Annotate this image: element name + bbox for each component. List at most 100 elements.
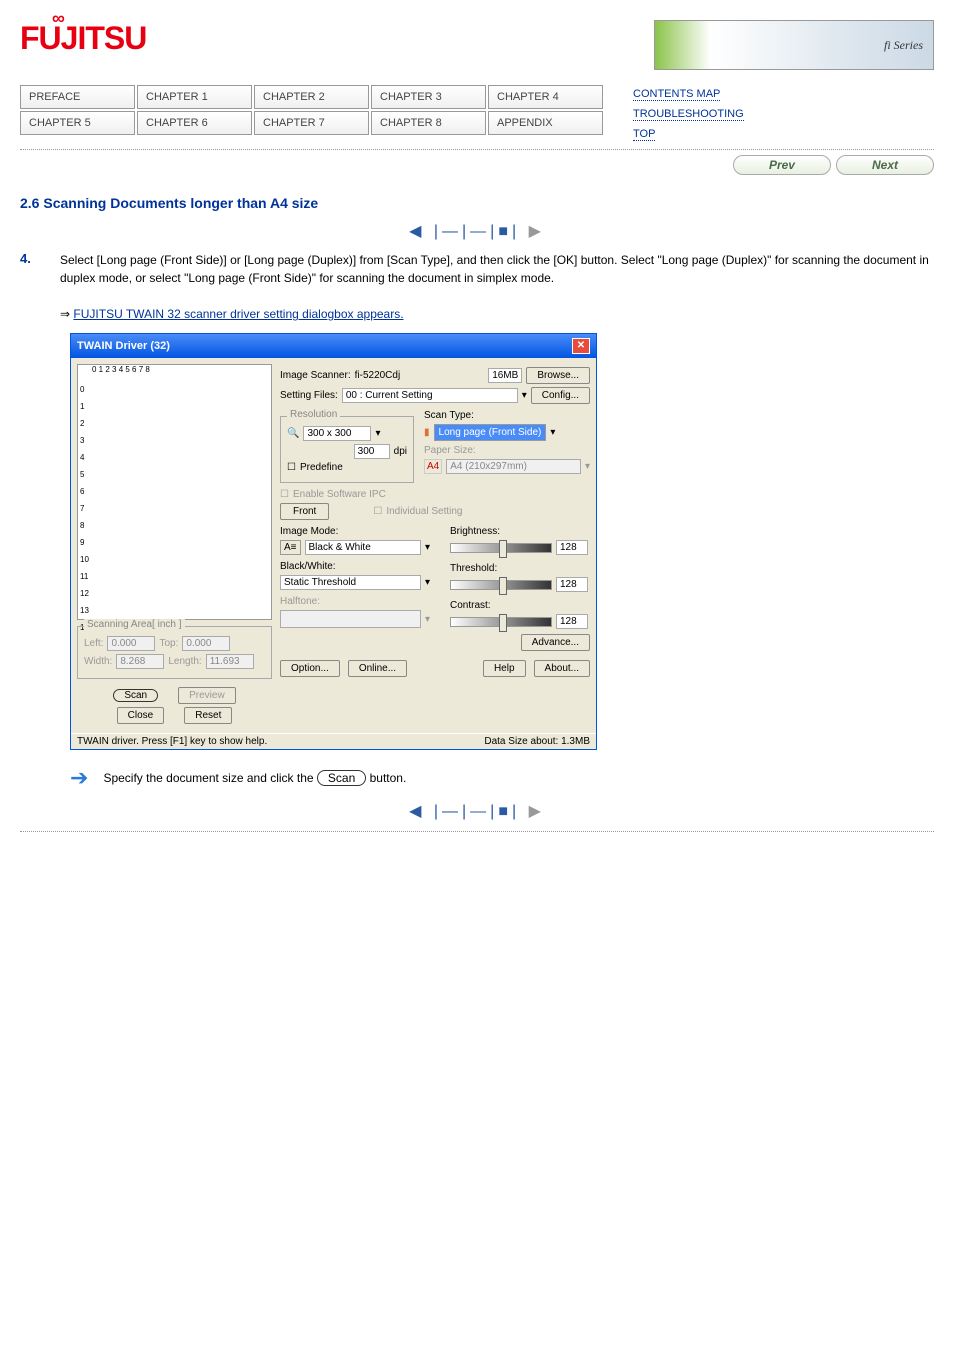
brightness-value[interactable]: 128 <box>556 540 588 555</box>
brightness-slider[interactable] <box>450 543 552 553</box>
reset-button[interactable]: Reset <box>184 707 232 724</box>
arrow-right-icon: ➔ <box>70 765 88 791</box>
divider <box>20 831 934 832</box>
close-icon[interactable]: ✕ <box>572 338 590 354</box>
dialog-titlebar: TWAIN Driver (32) ✕ <box>71 334 596 358</box>
scanning-area-group: Scanning Area[ inch ] Left: 0.000 Top: 0… <box>77 626 272 679</box>
chevron-down-icon[interactable]: ▾ <box>425 542 430 553</box>
twain-dialog: TWAIN Driver (32) ✕ 0 1 2 3 4 5 6 7 8 0 … <box>70 333 597 750</box>
tab-chapter-4[interactable]: CHAPTER 4 <box>488 85 603 109</box>
image-mode-icon: A≡ <box>280 540 301 555</box>
divider <box>20 149 934 150</box>
chevron-down-icon: ▾ <box>585 461 590 472</box>
setting-files-label: Setting Files: <box>280 390 338 401</box>
tab-chapter-5[interactable]: CHAPTER 5 <box>20 111 135 135</box>
nav-tabs: PREFACE CHAPTER 1 CHAPTER 2 CHAPTER 3 CH… <box>20 85 603 135</box>
brightness-label: Brightness: <box>450 526 590 537</box>
tab-appendix[interactable]: APPENDIX <box>488 111 603 135</box>
scan-type-label: Scan Type: <box>424 410 590 421</box>
width-input: 8.268 <box>116 654 164 669</box>
link-top[interactable]: TOP <box>633 128 655 141</box>
logo-infinity-icon: ∞ <box>52 8 64 29</box>
scanning-area-label: Scanning Area[ inch ] <box>84 619 185 630</box>
scan-type-icon: ▮ <box>424 427 430 438</box>
image-mode-label: Image Mode: <box>280 526 430 537</box>
step-text: Select [Long page (Front Side)] or [Long… <box>60 251 934 323</box>
left-input: 0.000 <box>107 636 155 651</box>
fi-series-banner: fi Series <box>654 20 934 70</box>
scan-button[interactable]: Scan <box>113 689 158 702</box>
dialog-title-text: TWAIN Driver (32) <box>77 340 170 352</box>
pager-next-icon[interactable]: ▶ <box>529 803 545 820</box>
pager-next-icon[interactable]: ▶ <box>529 223 545 240</box>
advance-button[interactable]: Advance... <box>521 634 590 651</box>
threshold-slider[interactable] <box>450 580 552 590</box>
link-contents-map[interactable]: CONTENTS MAP <box>633 88 720 101</box>
pager-top: ◀ |—|—|■| ▶ <box>20 221 934 241</box>
config-button[interactable]: Config... <box>531 387 590 404</box>
paper-size-label: Paper Size: <box>424 445 590 456</box>
tip-row: ➔ Specify the document size and click th… <box>70 765 934 791</box>
front-tab[interactable]: Front <box>280 503 329 520</box>
online-button[interactable]: Online... <box>348 660 407 677</box>
halftone-select <box>280 610 421 628</box>
option-button[interactable]: Option... <box>280 660 340 677</box>
prev-button[interactable]: Prev <box>733 155 831 175</box>
threshold-value[interactable]: 128 <box>556 577 588 592</box>
scan-word: Scan <box>317 770 366 786</box>
logo: ∞ FUJITSU <box>20 20 146 57</box>
tab-chapter-3[interactable]: CHAPTER 3 <box>371 85 486 109</box>
tab-chapter-6[interactable]: CHAPTER 6 <box>137 111 252 135</box>
threshold-label: Threshold: <box>450 563 590 574</box>
chevron-down-icon[interactable]: ▾ <box>522 390 527 401</box>
resolution-icon: 🔍 <box>287 428 299 439</box>
chevron-down-icon[interactable]: ▾ <box>550 427 555 438</box>
next-button[interactable]: Next <box>836 155 934 175</box>
data-size-value: 1.3MB <box>561 736 590 747</box>
tab-chapter-1[interactable]: CHAPTER 1 <box>137 85 252 109</box>
status-bar: TWAIN driver. Press [F1] key to show hel… <box>71 733 596 749</box>
arrow-icon: ⇒ <box>60 307 70 321</box>
link-troubleshooting[interactable]: TROUBLESHOOTING <box>633 108 744 121</box>
help-button[interactable]: Help <box>483 660 526 677</box>
enable-ipc-checkbox: ☐ <box>280 489 289 500</box>
scan-type-select[interactable]: Long page (Front Side) <box>434 424 547 441</box>
tab-chapter-8[interactable]: CHAPTER 8 <box>371 111 486 135</box>
right-links: CONTENTS MAP TROUBLESHOOTING TOP <box>633 85 744 144</box>
tab-preface[interactable]: PREFACE <box>20 85 135 109</box>
image-scanner-label: Image Scanner: <box>280 370 351 381</box>
result-text: FUJITSU TWAIN 32 scanner driver setting … <box>73 307 403 321</box>
browse-button[interactable]: Browse... <box>526 367 590 384</box>
tab-chapter-2[interactable]: CHAPTER 2 <box>254 85 369 109</box>
setting-files-select[interactable]: 00 : Current Setting <box>342 388 518 403</box>
chevron-down-icon: ▾ <box>425 614 430 625</box>
length-input: 11.693 <box>206 654 254 669</box>
black-white-select[interactable]: Static Threshold <box>280 575 421 590</box>
halftone-label: Halftone: <box>280 596 430 607</box>
contrast-value[interactable]: 128 <box>556 614 588 629</box>
resolution-label: Resolution <box>287 409 340 420</box>
image-scanner-value: fi-5220Cdj <box>355 370 401 381</box>
top-input: 0.000 <box>182 636 230 651</box>
pager-prev-icon[interactable]: ◀ <box>409 223 425 240</box>
preview-area: 0 1 2 3 4 5 6 7 8 0 1 2 3 4 5 6 7 8 9 10 <box>77 364 272 620</box>
image-mode-select[interactable]: Black & White <box>305 540 421 555</box>
mem-value: 16MB <box>488 368 522 383</box>
tab-chapter-7[interactable]: CHAPTER 7 <box>254 111 369 135</box>
contrast-label: Contrast: <box>450 600 590 611</box>
dpi-input[interactable]: 300 <box>354 444 390 459</box>
chevron-down-icon[interactable]: ▾ <box>375 428 380 439</box>
chevron-down-icon[interactable]: ▾ <box>425 577 430 588</box>
ruler-top: 0 1 2 3 4 5 6 7 8 <box>92 365 150 374</box>
individual-checkbox: ☐ <box>373 506 382 517</box>
section-title: 2.6 Scanning Documents longer than A4 si… <box>20 195 934 211</box>
resolution-select[interactable]: 300 x 300 <box>303 426 371 441</box>
black-white-label: Black/White: <box>280 561 430 572</box>
pager-prev-icon[interactable]: ◀ <box>409 803 425 820</box>
preview-button: Preview <box>178 687 236 704</box>
contrast-slider[interactable] <box>450 617 552 627</box>
about-button[interactable]: About... <box>534 660 590 677</box>
a4-icon: A4 <box>424 459 442 474</box>
predefine-checkbox[interactable]: ☐ <box>287 462 296 473</box>
close-button[interactable]: Close <box>117 707 165 724</box>
